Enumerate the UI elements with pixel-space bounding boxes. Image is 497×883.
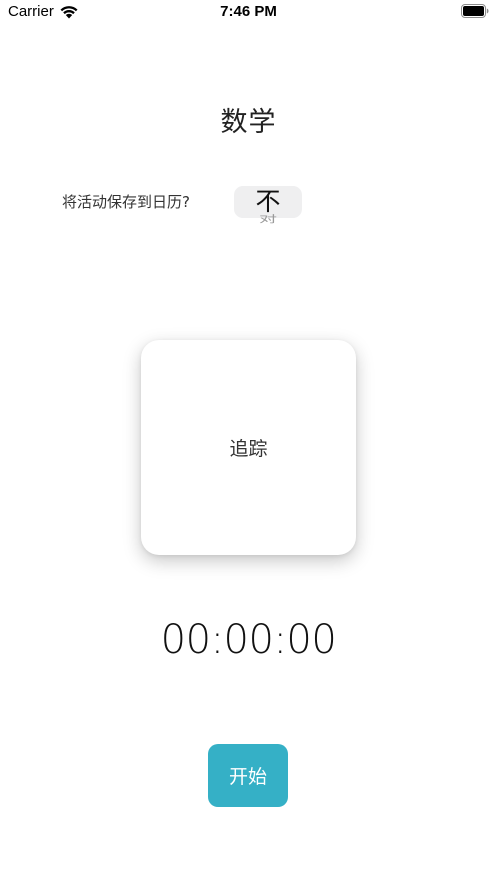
track-button[interactable]: 追踪 [141,340,356,555]
status-time: 7:46 PM [220,3,277,20]
page-title: 数学 [220,107,277,138]
timer-display: 00:00:00 [160,617,337,663]
start-button[interactable]: 开始 [208,744,288,807]
battery-icon [461,4,489,18]
save-to-calendar-picker[interactable]: 不 对 [234,184,302,232]
save-to-calendar-label: 将活动保存到日历? [62,193,190,211]
track-label: 追踪 [229,438,268,460]
picker-next-option[interactable]: 对 [234,214,302,225]
status-bar: Carrier 7:46 PM [0,0,497,26]
